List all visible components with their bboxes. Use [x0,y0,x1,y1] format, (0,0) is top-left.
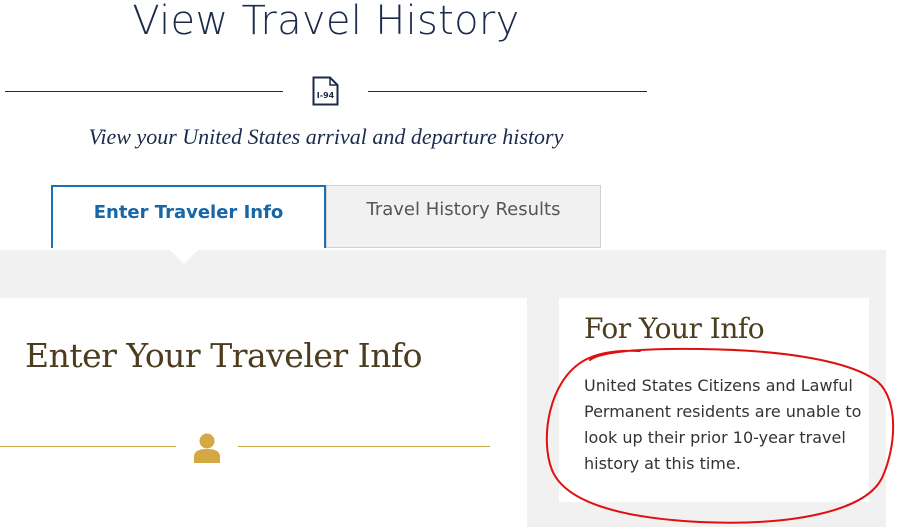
red-circle-annotation [545,347,895,524]
